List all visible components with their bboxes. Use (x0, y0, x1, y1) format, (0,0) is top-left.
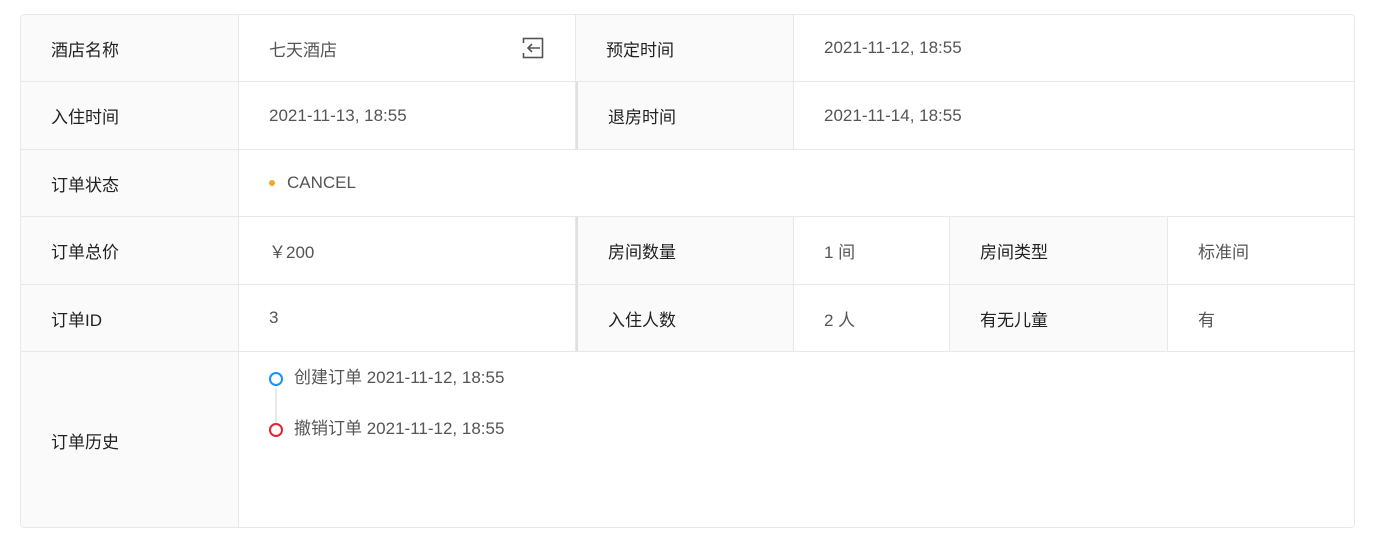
children-label: 有无儿童 (950, 285, 1168, 351)
timeline-item-cancelled: 撤销订单 2021-11-12, 18:55 (269, 419, 504, 470)
hotel-name-value: 七天酒店 (239, 15, 576, 81)
children-value: 有 (1168, 285, 1354, 351)
timeline-dot-blue (269, 372, 283, 386)
order-id-value: 3 (239, 285, 576, 351)
room-type-label: 房间类型 (950, 217, 1168, 284)
checkout-time-label: 退房时间 (576, 82, 794, 149)
room-type-value: 标准间 (1168, 217, 1354, 284)
hotel-name-label: 酒店名称 (21, 15, 239, 81)
timeline-text: 创建订单 2021-11-12, 18:55 (294, 368, 505, 387)
price-row: 订单总价 ￥200 房间数量 1 间 房间类型 标准间 (21, 217, 1354, 285)
timeline-text: 撤销订单 2021-11-12, 18:55 (294, 419, 505, 438)
timeline-connector (275, 388, 277, 424)
hotel-name-text: 七天酒店 (269, 40, 337, 60)
timeline-dot-red (269, 423, 283, 437)
checkout-time-value: 2021-11-14, 18:55 (794, 82, 1354, 149)
status-dot (269, 180, 275, 186)
timeline-item-created: 创建订单 2021-11-12, 18:55 (269, 368, 505, 424)
booking-time-value: 2021-11-12, 18:55 (794, 15, 1354, 81)
order-status-label: 订单状态 (21, 150, 239, 216)
copy-icon[interactable] (521, 36, 545, 60)
order-history-value: 创建订单 2021-11-12, 18:55 撤销订单 2021-11-12, … (239, 352, 1354, 527)
history-row: 订单历史 创建订单 2021-11-12, 18:55 撤销订单 2021-11… (21, 352, 1354, 527)
status-badge: CANCEL (287, 173, 356, 192)
checkin-row: 入住时间 2021-11-13, 18:55 退房时间 2021-11-14, … (21, 82, 1354, 150)
order-price-label: 订单总价 (21, 217, 239, 284)
order-timeline: 创建订单 2021-11-12, 18:55 撤销订单 2021-11-12, … (269, 368, 504, 470)
guest-count-value: 2 人 (794, 285, 950, 351)
room-count-label: 房间数量 (576, 217, 794, 284)
order-id-label: 订单ID (21, 285, 239, 351)
order-id-row: 订单ID 3 入住人数 2 人 有无儿童 有 (21, 285, 1354, 352)
room-count-value: 1 间 (794, 217, 950, 284)
guest-count-label: 入住人数 (576, 285, 794, 351)
status-row: 订单状态 CANCEL (21, 150, 1354, 217)
booking-time-label: 预定时间 (576, 15, 794, 81)
order-status-value: CANCEL (239, 150, 1354, 216)
order-details-table: 酒店名称 七天酒店 预定时间 2021-11-12, 18:55 入住时间 20… (20, 14, 1355, 528)
order-history-label: 订单历史 (21, 352, 239, 527)
checkin-time-value: 2021-11-13, 18:55 (239, 82, 576, 149)
hotel-row: 酒店名称 七天酒店 预定时间 2021-11-12, 18:55 (21, 15, 1354, 82)
order-price-value: ￥200 (239, 217, 576, 284)
checkin-time-label: 入住时间 (21, 82, 239, 149)
